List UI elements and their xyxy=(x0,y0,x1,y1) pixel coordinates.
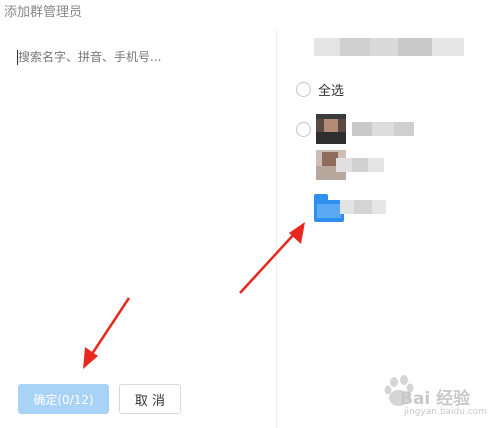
annotation-arrow-right xyxy=(239,222,305,294)
annotation-arrow-left xyxy=(83,297,131,369)
watermark-url: jingyan.baidu.com xyxy=(404,407,488,417)
watermark-text: Bai 经验 xyxy=(400,389,471,409)
annotation-arrows xyxy=(83,222,305,369)
